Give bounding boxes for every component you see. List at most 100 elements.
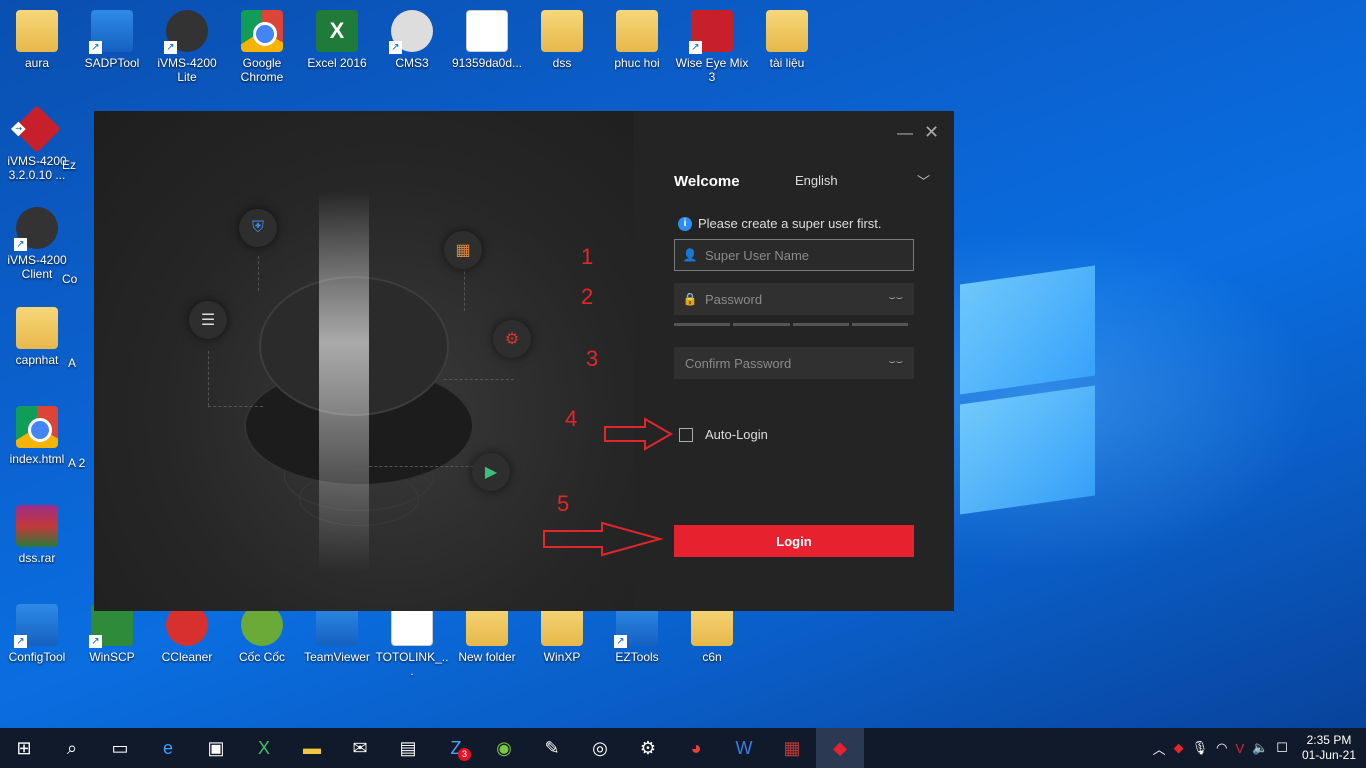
clock[interactable]: 2:35 PM 01-Jun-21 (1302, 733, 1356, 763)
username-field[interactable]: 👤 (674, 239, 914, 271)
desktop-icon-new-folder[interactable]: New folder (450, 604, 524, 664)
login-button[interactable]: Login (674, 525, 914, 557)
wiseeye-icon (689, 10, 733, 54)
info-icon: i (678, 216, 692, 231)
password-field[interactable]: 🔒 ⌣⌣ (674, 283, 914, 315)
folder-icon (541, 10, 583, 52)
annotation-number: 5 (557, 491, 570, 516)
search-icon[interactable]: ⌕ (48, 728, 96, 768)
configtool-icon (14, 604, 58, 648)
store-icon[interactable]: ▣ (192, 728, 240, 768)
ivms-icon (164, 10, 208, 54)
start-icon[interactable]: ⊞ (0, 728, 48, 768)
time: 2:35 PM (1306, 733, 1352, 747)
hint-message: i Please create a super user first. (678, 216, 882, 231)
username-input[interactable] (705, 247, 885, 263)
video-icon: ▶ (472, 453, 510, 491)
auto-login-label: Auto-Login (705, 427, 768, 442)
desktop-icon-excel[interactable]: X Excel 2016 (300, 10, 374, 70)
desktop-icon-winscp[interactable]: WinSCP (75, 604, 149, 664)
obs-icon[interactable]: ◎ (576, 728, 624, 768)
desktop-icon-teamviewer[interactable]: TeamViewer (300, 604, 374, 664)
desktop-icon-sadptool[interactable]: SADPTool (75, 10, 149, 70)
chevron-down-icon[interactable]: ﹀ (917, 171, 930, 190)
excel-icon[interactable]: X (240, 728, 288, 768)
welcome-title: Welcome (674, 173, 740, 190)
desktop-icon-index-html[interactable]: index.html (0, 406, 74, 466)
notification-badge: 3 (458, 748, 471, 761)
ivms-client-icon (14, 207, 58, 251)
ivms-login-window: ⛨ ▦ ☰ ⚙ ▶ — ✕ Welcome English ﹀ i Please… (94, 111, 954, 611)
desktop-icon-c6n[interactable]: c6n (675, 604, 749, 664)
taskbar: ⊞ ⌕ ▭ e ▣ X ▬ ✉ ▤ Z3 ◉ ✎ ◎ ⚙ ◕ W ▦ ◆ ︿ ◆… (0, 728, 1366, 768)
annotation-number: 4 (565, 406, 578, 431)
task-view-icon[interactable]: ▭ (96, 728, 144, 768)
settings-icon[interactable]: ⚙ (624, 728, 672, 768)
confirm-password-input[interactable] (675, 355, 855, 371)
desktop-icon-chrome[interactable]: Google Chrome (225, 10, 299, 84)
desktop-icon-phuc-hoi[interactable]: phuc hoi (600, 10, 674, 70)
word-icon[interactable]: W (720, 728, 768, 768)
coccoc-icon[interactable]: ◉ (480, 728, 528, 768)
winrar-icon (16, 505, 58, 547)
paint-icon[interactable]: ✎ (528, 728, 576, 768)
auto-login-option[interactable]: Auto-Login (679, 427, 768, 442)
chrome-icon[interactable]: ◕ (672, 728, 720, 768)
microphone-icon[interactable]: 🎙 (1192, 740, 1209, 756)
language-select[interactable]: English (795, 173, 838, 188)
desktop-icon-qr-file[interactable]: 91359da0d... (450, 10, 524, 70)
shield-icon: ⛨ (239, 209, 277, 247)
antivirus-icon[interactable]: V (1235, 741, 1244, 756)
password-strength-bar (674, 323, 908, 326)
desktop-icon-totolink[interactable]: TOTOLINK_... (375, 604, 449, 678)
annotation-arrow (604, 417, 674, 451)
ivms-tray-icon[interactable]: ◆ (1174, 740, 1184, 756)
light-beam (319, 191, 369, 571)
annotation-number: 1 (581, 244, 594, 269)
desktop-icon-capnhat[interactable]: capnhat (0, 307, 74, 367)
gear-icon: ⚙ (493, 320, 531, 358)
desktop-icon-ccleaner[interactable]: CCleaner (150, 604, 224, 664)
winrar-icon[interactable]: ▦ (768, 728, 816, 768)
zalo-icon[interactable]: Z3 (432, 728, 480, 768)
hint-text: Please create a super user first. (698, 216, 882, 231)
desktop-icon-winxp[interactable]: WinXP (525, 604, 599, 664)
desktop-icon-ivms-lite[interactable]: iVMS-4200 Lite (150, 10, 224, 84)
desktop-icon-configtool[interactable]: ConfigTool (0, 604, 74, 664)
desktop-icon-cms3[interactable]: CMS3 (375, 10, 449, 70)
desktop-icon-eztools[interactable]: EZTools (600, 604, 674, 664)
date: 01-Jun-21 (1301, 748, 1356, 762)
excel-icon: X (316, 10, 358, 52)
desktop-icon-tai-lieu[interactable]: tài liệu (750, 10, 824, 70)
alarm-doc-icon: ☰ (189, 301, 227, 339)
desktop-icon-wise-eye[interactable]: Wise Eye Mix 3 (675, 10, 749, 84)
edge-icon[interactable]: e (144, 728, 192, 768)
desktop-icon-aura[interactable]: aura (0, 10, 74, 70)
windows-logo-wallpaper (955, 255, 1100, 515)
wifi-icon[interactable]: ◠ (1216, 740, 1227, 756)
auto-login-checkbox[interactable] (679, 427, 693, 442)
eye-closed-icon[interactable]: ⌣⌣ (889, 292, 903, 305)
eye-closed-icon[interactable]: ⌣⌣ (889, 356, 903, 369)
desktop-icon-ivms-client[interactable]: iVMS-4200 Client (0, 207, 74, 281)
qr-file-icon (466, 10, 508, 52)
desktop-icon-dss-rar[interactable]: dss.rar (0, 505, 74, 565)
password-input[interactable] (705, 291, 885, 307)
volume-icon[interactable]: 🔈 (1252, 740, 1268, 756)
folder-icon (16, 307, 58, 349)
desktop-icon-dss[interactable]: dss (525, 10, 599, 70)
confirm-password-field[interactable]: ⌣⌣ (674, 347, 914, 379)
desktop-icon-coccoc[interactable]: Cốc Cốc (225, 604, 299, 664)
ivms-icon[interactable]: ◆ (816, 728, 864, 768)
notifications-icon[interactable]: ☐ (1276, 740, 1288, 756)
annotation-number: 2 (581, 284, 594, 309)
user-icon: 👤 (682, 248, 698, 262)
explorer-icon[interactable]: ▬ (288, 728, 336, 768)
remote-icon[interactable]: ▤ (384, 728, 432, 768)
chrome-icon (16, 406, 58, 448)
folder-icon (616, 10, 658, 52)
system-tray: ︿ ◆ 🎙 ◠ V 🔈 ☐ 2:35 PM 01-Jun-21 (1153, 728, 1366, 768)
mail-icon[interactable]: ✉ (336, 728, 384, 768)
map-icon: ▦ (444, 231, 482, 269)
chevron-up-icon[interactable]: ︿ (1153, 739, 1166, 758)
